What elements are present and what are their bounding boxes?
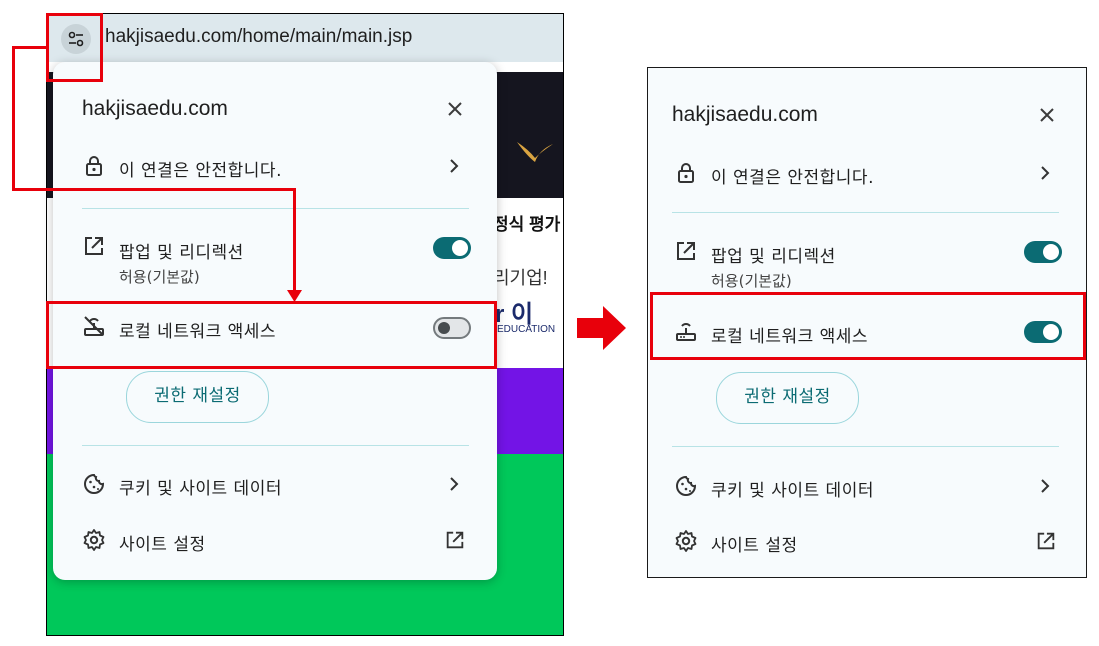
page-text-2: 리기업! (493, 268, 548, 288)
cookie-icon (676, 475, 697, 496)
popups-toggle[interactable] (433, 237, 471, 259)
cookie-icon (84, 473, 105, 494)
connector-line (12, 188, 296, 191)
reset-permissions-button[interactable]: 권한 재설정 (126, 371, 269, 423)
gear-icon (675, 530, 697, 552)
close-icon[interactable] (1038, 106, 1056, 124)
divider (672, 446, 1059, 447)
site-settings-row[interactable]: 사이트 설정 (78, 524, 478, 556)
cookies-label: 쿠키 및 사이트 데이터 (711, 481, 874, 501)
gear-icon (83, 529, 105, 551)
site-settings-label: 사이트 설정 (711, 536, 798, 556)
popup-domain: hakjisaedu.com (82, 97, 228, 120)
connector-line (12, 46, 15, 191)
page-text-1: 정식 평가 (493, 215, 561, 234)
cookies-row[interactable]: 쿠키 및 사이트 데이터 (78, 468, 478, 500)
popups-status: 허용(기본값) (711, 272, 792, 290)
highlight-local-network-off (46, 301, 497, 369)
divider (82, 445, 469, 446)
reset-permissions-button[interactable]: 권한 재설정 (716, 372, 859, 424)
close-icon[interactable] (446, 100, 464, 118)
popups-row: 팝업 및 리디렉션 허용(기본값) (78, 232, 478, 288)
chevron-right-icon (450, 477, 459, 491)
lock-icon (678, 163, 694, 183)
highlight-local-network-on (650, 292, 1086, 360)
site-settings-label: 사이트 설정 (119, 535, 206, 555)
page-logo-subtext: EDUCATION (497, 324, 556, 335)
connection-label: 이 연결은 안전합니다. (711, 168, 874, 188)
popups-toggle[interactable] (1024, 241, 1062, 263)
lock-icon (86, 156, 102, 176)
connector-line (12, 46, 47, 49)
cookies-row[interactable]: 쿠키 및 사이트 데이터 (672, 470, 1068, 502)
address-bar: hakjisaedu.com/home/main/main.jsp (47, 14, 563, 62)
divider (82, 208, 469, 209)
cookies-label: 쿠키 및 사이트 데이터 (119, 479, 282, 499)
connector-line (293, 188, 296, 293)
popups-status: 허용(기본값) (119, 268, 200, 286)
divider (672, 212, 1059, 213)
connection-row[interactable]: 이 연결은 안전합니다. (672, 157, 1068, 189)
connection-row[interactable]: 이 연결은 안전합니다. (78, 150, 478, 182)
url-text[interactable]: hakjisaedu.com/home/main/main.jsp (105, 26, 412, 48)
open-in-new-icon (1037, 532, 1055, 550)
popups-label: 팝업 및 리디렉션 (711, 247, 836, 267)
chevron-right-icon (1041, 479, 1050, 493)
open-in-new-icon (85, 237, 103, 255)
open-in-new-icon (677, 242, 695, 260)
banner-graphic (517, 142, 553, 162)
popups-label: 팝업 및 리디렉션 (119, 243, 244, 263)
popup-domain: hakjisaedu.com (672, 103, 818, 126)
site-settings-row[interactable]: 사이트 설정 (672, 525, 1068, 557)
highlight-site-info-button (46, 13, 103, 82)
chevron-right-icon (450, 159, 459, 173)
open-in-new-icon (446, 531, 464, 549)
popups-row: 팝업 및 리디렉션 허용(기본값) (672, 236, 1068, 292)
arrow-right-icon (577, 306, 626, 350)
chevron-right-icon (1041, 166, 1050, 180)
connection-label: 이 연결은 안전합니다. (119, 161, 282, 181)
